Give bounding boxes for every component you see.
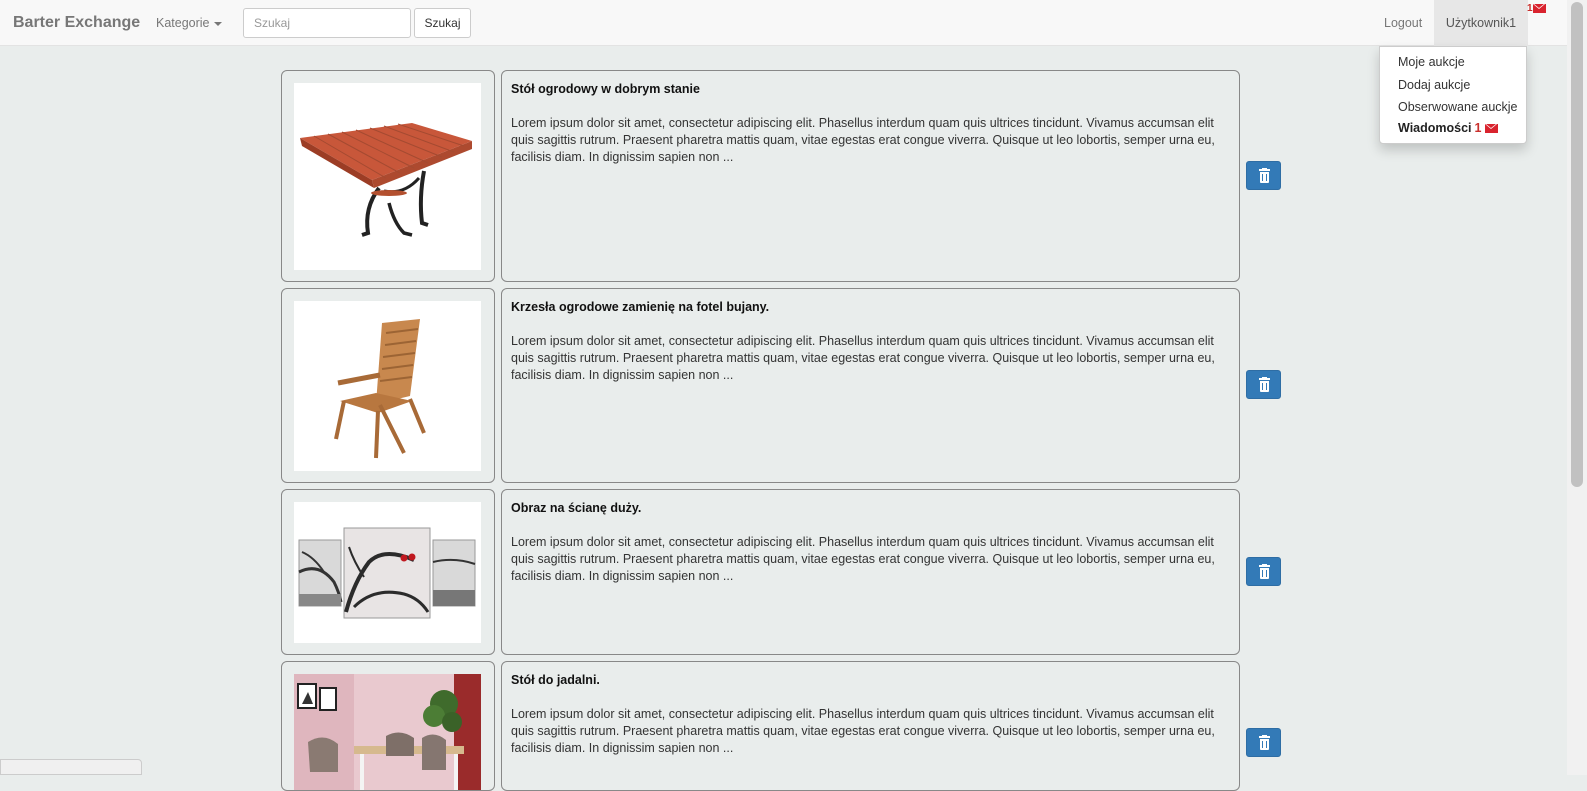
delete-listing-button[interactable] [1246, 557, 1281, 586]
listing-image-card[interactable] [281, 489, 495, 655]
listing-details-card[interactable]: Obraz na ścianę duży. Lorem ipsum dolor … [501, 489, 1240, 655]
page-scrollbar[interactable] [1567, 0, 1587, 775]
search-input[interactable] [243, 8, 411, 38]
navbar: Barter Exchange Kategorie Szukaj Logout … [0, 0, 1567, 46]
messages-label: Wiadomości [1398, 121, 1472, 135]
listing-details-card[interactable]: Krzesła ogrodowe zamienię na fotel bujan… [501, 288, 1240, 483]
delete-listing-button[interactable] [1246, 370, 1281, 399]
listing-image-card[interactable] [281, 661, 495, 791]
listing-image-card[interactable] [281, 70, 495, 282]
menu-item-add-auction[interactable]: Dodaj aukcje [1398, 78, 1470, 92]
user-dropdown-menu: Moje aukcje Dodaj aukcje Obserwowane auc… [1379, 46, 1527, 144]
menu-item-watched-auctions[interactable]: Obserwowane auckje [1398, 100, 1518, 114]
user-menu-toggle[interactable]: Użytkownik1 [1434, 0, 1528, 46]
delete-listing-button[interactable] [1246, 728, 1281, 757]
garden-chair-image [294, 301, 481, 471]
listing-title[interactable]: Krzesła ogrodowe zamienię na fotel bujan… [511, 300, 769, 314]
listing-title[interactable]: Obraz na ścianę duży. [511, 501, 641, 515]
listing-description: Lorem ipsum dolor sit amet, consectetur … [511, 116, 1215, 164]
listing-description: Lorem ipsum dolor sit amet, consectetur … [511, 334, 1215, 382]
menu-item-my-auctions[interactable]: Moje aukcje [1398, 55, 1465, 69]
trash-icon [1259, 564, 1270, 579]
messages-count: 1 [1474, 121, 1482, 135]
message-notification[interactable]: 1 [1527, 3, 1546, 14]
scrollbar-thumb[interactable] [1571, 2, 1583, 487]
categories-dropdown[interactable]: Kategorie [156, 16, 222, 30]
wall-painting-image [294, 502, 481, 643]
menu-item-messages[interactable]: Wiadomości 1 [1398, 121, 1498, 135]
listing-description: Lorem ipsum dolor sit amet, consectetur … [511, 535, 1215, 583]
browser-status-bar [0, 759, 142, 775]
search-button[interactable]: Szukaj [414, 8, 471, 38]
categories-label: Kategorie [156, 16, 210, 30]
dining-table-image [294, 674, 481, 790]
garden-table-image [294, 83, 481, 270]
trash-icon [1259, 735, 1270, 750]
brand-link[interactable]: Barter Exchange [13, 14, 140, 32]
trash-icon [1259, 168, 1270, 183]
logout-link[interactable]: Logout [1384, 16, 1422, 30]
caret-down-icon [213, 21, 222, 26]
listing-description: Lorem ipsum dolor sit amet, consectetur … [511, 707, 1215, 755]
listing-details-card[interactable]: Stół ogrodowy w dobrym stanie Lorem ipsu… [501, 70, 1240, 282]
listing-title[interactable]: Stół ogrodowy w dobrym stanie [511, 82, 700, 96]
listing-details-card[interactable]: Stół do jadalni. Lorem ipsum dolor sit a… [501, 661, 1240, 791]
envelope-icon [1484, 124, 1498, 134]
envelope-icon [1532, 3, 1546, 13]
delete-listing-button[interactable] [1246, 161, 1281, 190]
listing-image-card[interactable] [281, 288, 495, 483]
trash-icon [1259, 377, 1270, 392]
listing-title[interactable]: Stół do jadalni. [511, 673, 600, 687]
